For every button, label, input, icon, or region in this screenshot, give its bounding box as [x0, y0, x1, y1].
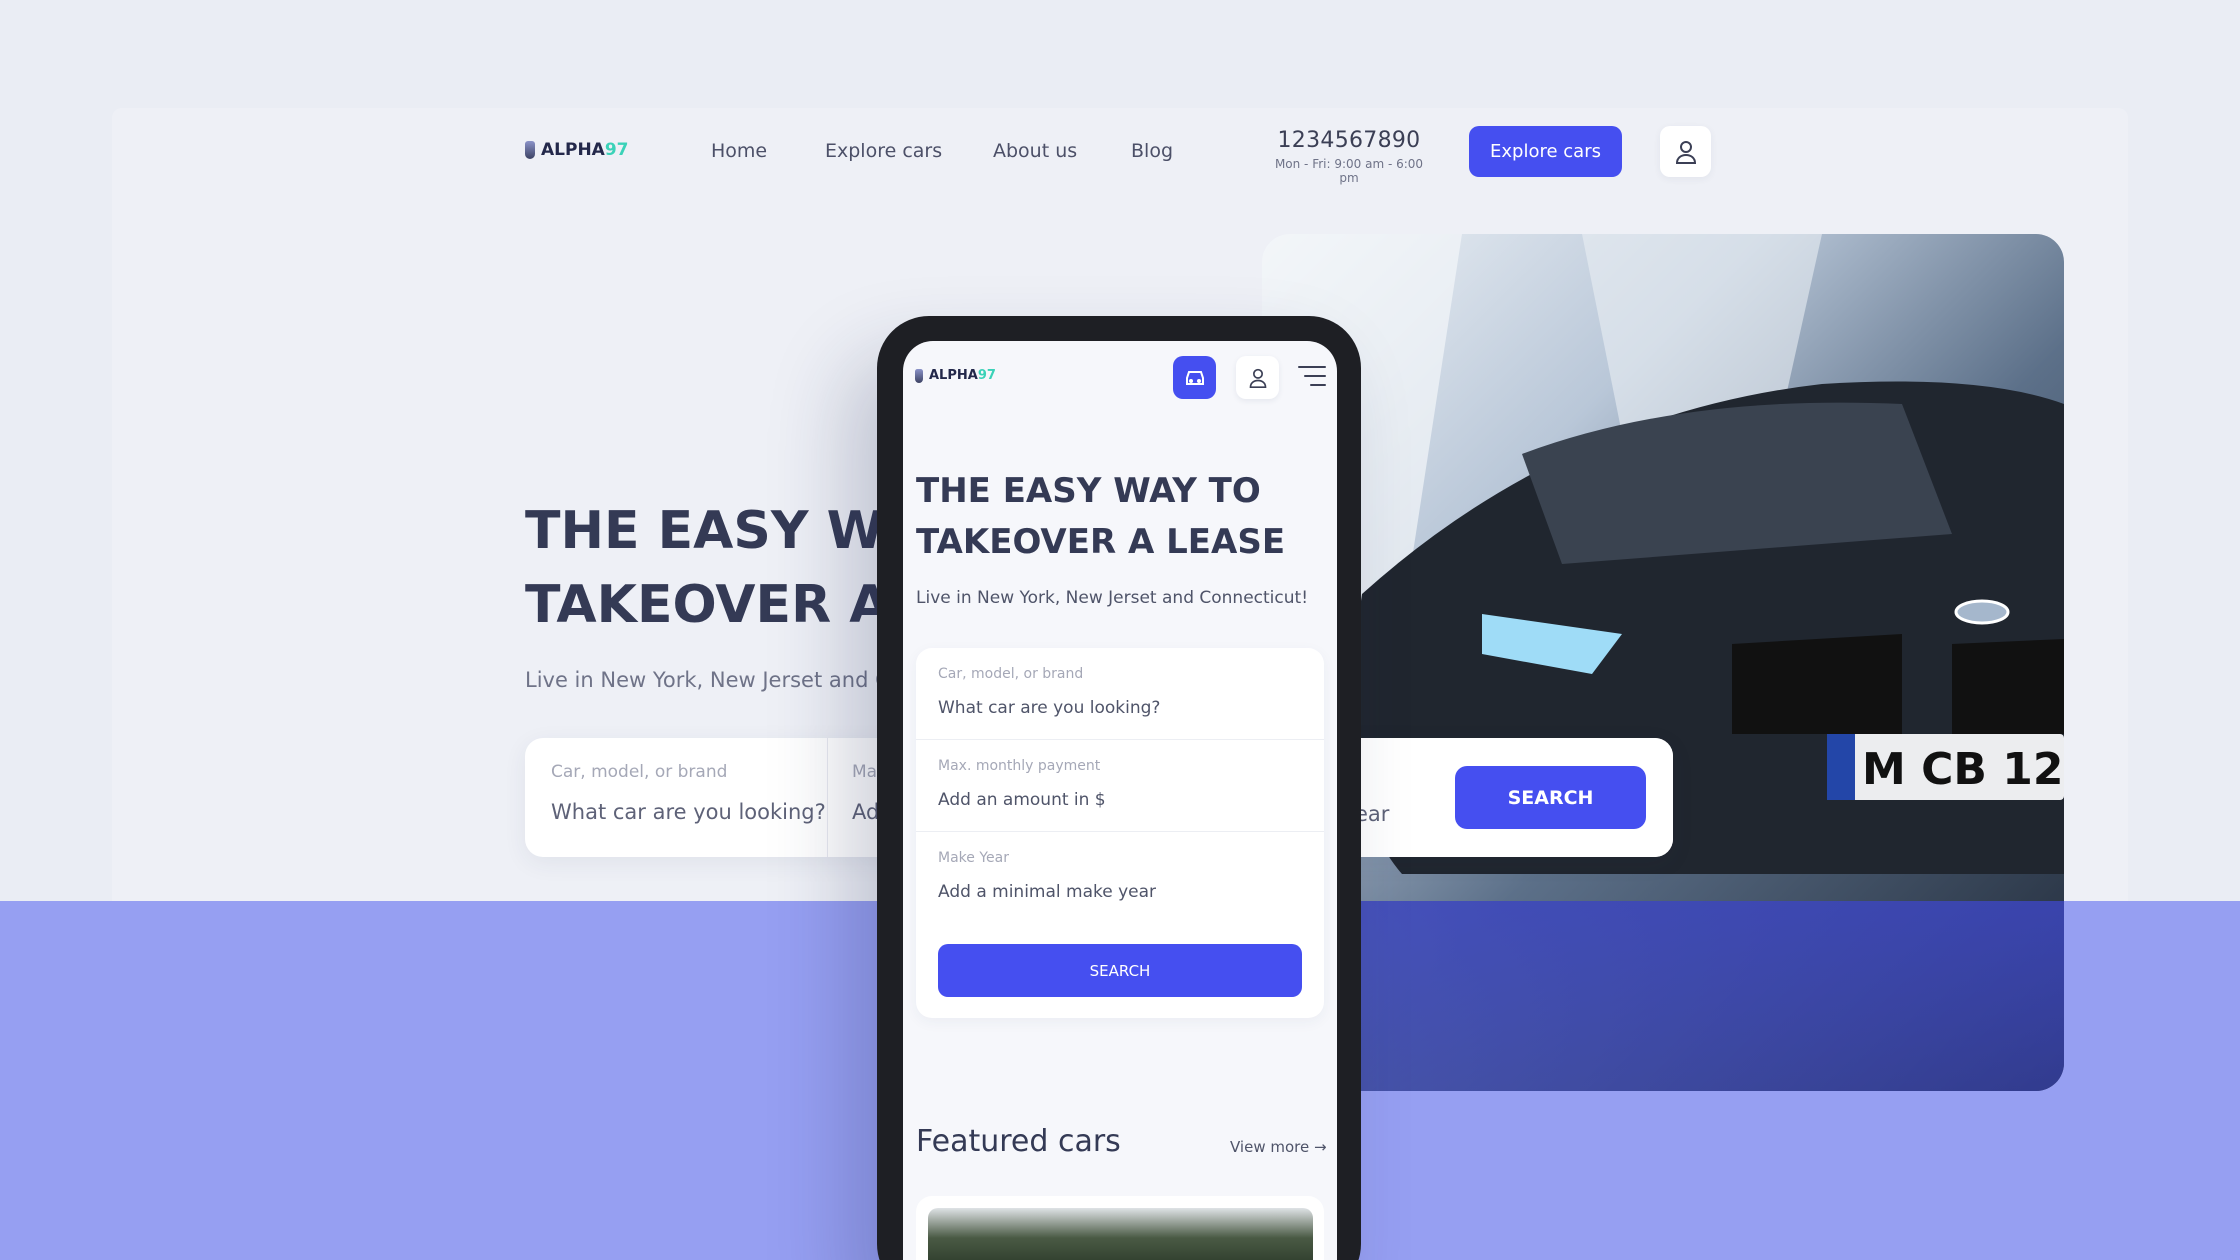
- nav-home[interactable]: Home: [711, 140, 767, 162]
- nav-blog[interactable]: Blog: [1131, 140, 1173, 162]
- hero-title-line2: TAKEOVER A LEASE: [525, 575, 885, 635]
- explore-cars-button[interactable]: Explore cars: [1469, 126, 1622, 177]
- nav-explore-cars[interactable]: Explore cars: [825, 140, 942, 162]
- mobile-field-car-value[interactable]: What car are you looking?: [938, 698, 1160, 718]
- featured-cars-heading: Featured cars: [916, 1124, 1121, 1159]
- mobile-field-payment[interactable]: Max. monthly payment Add an amount in $: [938, 758, 1106, 810]
- contact-block: 1234567890 Mon - Fri: 9:00 am - 6:00 pm: [1266, 128, 1432, 185]
- featured-car-card[interactable]: [916, 1196, 1324, 1260]
- logo-icon: [525, 141, 535, 159]
- desktop-search-button[interactable]: SEARCH: [1455, 766, 1646, 829]
- mobile-logo-suffix: 97: [977, 368, 996, 383]
- search-field-car-label: Car, model, or brand: [551, 762, 728, 782]
- mobile-form-divider: [916, 739, 1324, 740]
- search-field-car[interactable]: Car, model, or brand What car are you lo…: [551, 762, 826, 824]
- business-hours: Mon - Fri: 9:00 am - 6:00 pm: [1274, 157, 1424, 185]
- hero-car-image: M CB 12: [1262, 234, 2064, 1091]
- mobile-hero-title: THE EASY WAY TO TAKEOVER A LEASE: [916, 466, 1285, 568]
- mobile-logo-icon: [915, 368, 923, 383]
- logo-text: ALPHA: [541, 140, 605, 160]
- logo-suffix: 97: [604, 140, 629, 160]
- mobile-hero-subtitle: Live in New York, New Jerset and Connect…: [916, 588, 1309, 608]
- mobile-form-divider: [916, 831, 1324, 832]
- mobile-user-icon: [1249, 368, 1266, 388]
- mobile-search-form: Car, model, or brand What car are you lo…: [916, 648, 1324, 1018]
- hamburger-menu-icon[interactable]: [1298, 366, 1326, 390]
- mobile-field-year[interactable]: Make Year Add a minimal make year: [938, 850, 1156, 902]
- mobile-field-payment-label: Max. monthly payment: [938, 758, 1101, 774]
- phone-number[interactable]: 1234567890: [1266, 128, 1432, 153]
- mobile-field-year-value[interactable]: Add a minimal make year: [938, 882, 1156, 902]
- car-icon: [1185, 370, 1204, 385]
- license-plate-text: M CB 12: [1862, 744, 2063, 795]
- mobile-brand-logo[interactable]: ALPHA97: [915, 368, 996, 383]
- hero-title: THE EASY WAY TO TAKEOVER A LEASE: [525, 494, 885, 642]
- search-divider: [827, 738, 828, 857]
- nav-about-us[interactable]: About us: [993, 140, 1077, 162]
- mobile-cars-button[interactable]: [1173, 356, 1216, 399]
- mobile-field-year-label: Make Year: [938, 850, 1009, 866]
- mobile-logo-text: ALPHA: [929, 368, 978, 383]
- phone-screen: ALPHA97 THE EASY WAY TO TAKEOVER A LEASE…: [903, 341, 1337, 1260]
- account-button[interactable]: [1660, 126, 1711, 177]
- search-field-car-value[interactable]: What car are you looking?: [551, 800, 826, 824]
- hero-subtitle: Live in New York, New Jerset and Connect…: [525, 668, 885, 692]
- mobile-account-button[interactable]: [1236, 356, 1279, 399]
- hero-title-line1: THE EASY WAY TO: [525, 501, 885, 561]
- mobile-hero-title-line2: TAKEOVER A LEASE: [916, 522, 1286, 562]
- user-icon: [1675, 140, 1696, 164]
- mobile-search-button[interactable]: SEARCH: [938, 944, 1302, 997]
- mobile-field-car-label: Car, model, or brand: [938, 666, 1084, 682]
- image-tint: [1262, 901, 2064, 1091]
- brand-logo[interactable]: ALPHA97: [525, 140, 629, 160]
- mobile-hero-title-line1: THE EASY WAY TO: [916, 471, 1261, 511]
- mobile-field-payment-value[interactable]: Add an amount in $: [938, 790, 1106, 810]
- view-more-link[interactable]: View more →: [1230, 1138, 1327, 1156]
- featured-car-image: [928, 1208, 1313, 1260]
- mobile-field-car[interactable]: Car, model, or brand What car are you lo…: [938, 666, 1160, 718]
